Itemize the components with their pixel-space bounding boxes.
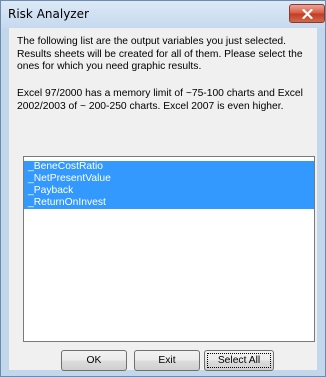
ok-button[interactable]: OK bbox=[61, 350, 127, 371]
list-item-netpresentvalue[interactable]: _NetPresentValue bbox=[24, 173, 314, 185]
close-button[interactable] bbox=[289, 4, 325, 23]
ok-button-label: OK bbox=[86, 355, 102, 366]
memory-limit-note: Excel 97/2000 has a memory limit of ~75-… bbox=[17, 88, 303, 112]
risk-analyzer-dialog: Risk Analyzer The following list are the… bbox=[0, 0, 326, 377]
dialog-body: The following list are the output variab… bbox=[9, 28, 317, 371]
list-item-returnoninvest[interactable]: _ReturnOnInvest bbox=[24, 197, 314, 209]
instructions-text: The following list are the output variab… bbox=[17, 36, 303, 72]
exit-button[interactable]: Exit bbox=[134, 350, 200, 371]
select-all-button[interactable]: Select All bbox=[204, 350, 274, 371]
exit-button-label: Exit bbox=[158, 355, 176, 366]
close-icon bbox=[302, 9, 313, 19]
list-item-payback[interactable]: _Payback bbox=[24, 185, 314, 197]
window-title: Risk Analyzer bbox=[8, 7, 89, 21]
output-variables-list[interactable]: _BeneCostRatio _NetPresentValue _Payback… bbox=[23, 156, 315, 342]
list-item-benecostratio[interactable]: _BeneCostRatio bbox=[24, 161, 314, 173]
select-all-button-label: Select All bbox=[217, 355, 261, 366]
title-bar[interactable]: Risk Analyzer bbox=[1, 1, 325, 28]
